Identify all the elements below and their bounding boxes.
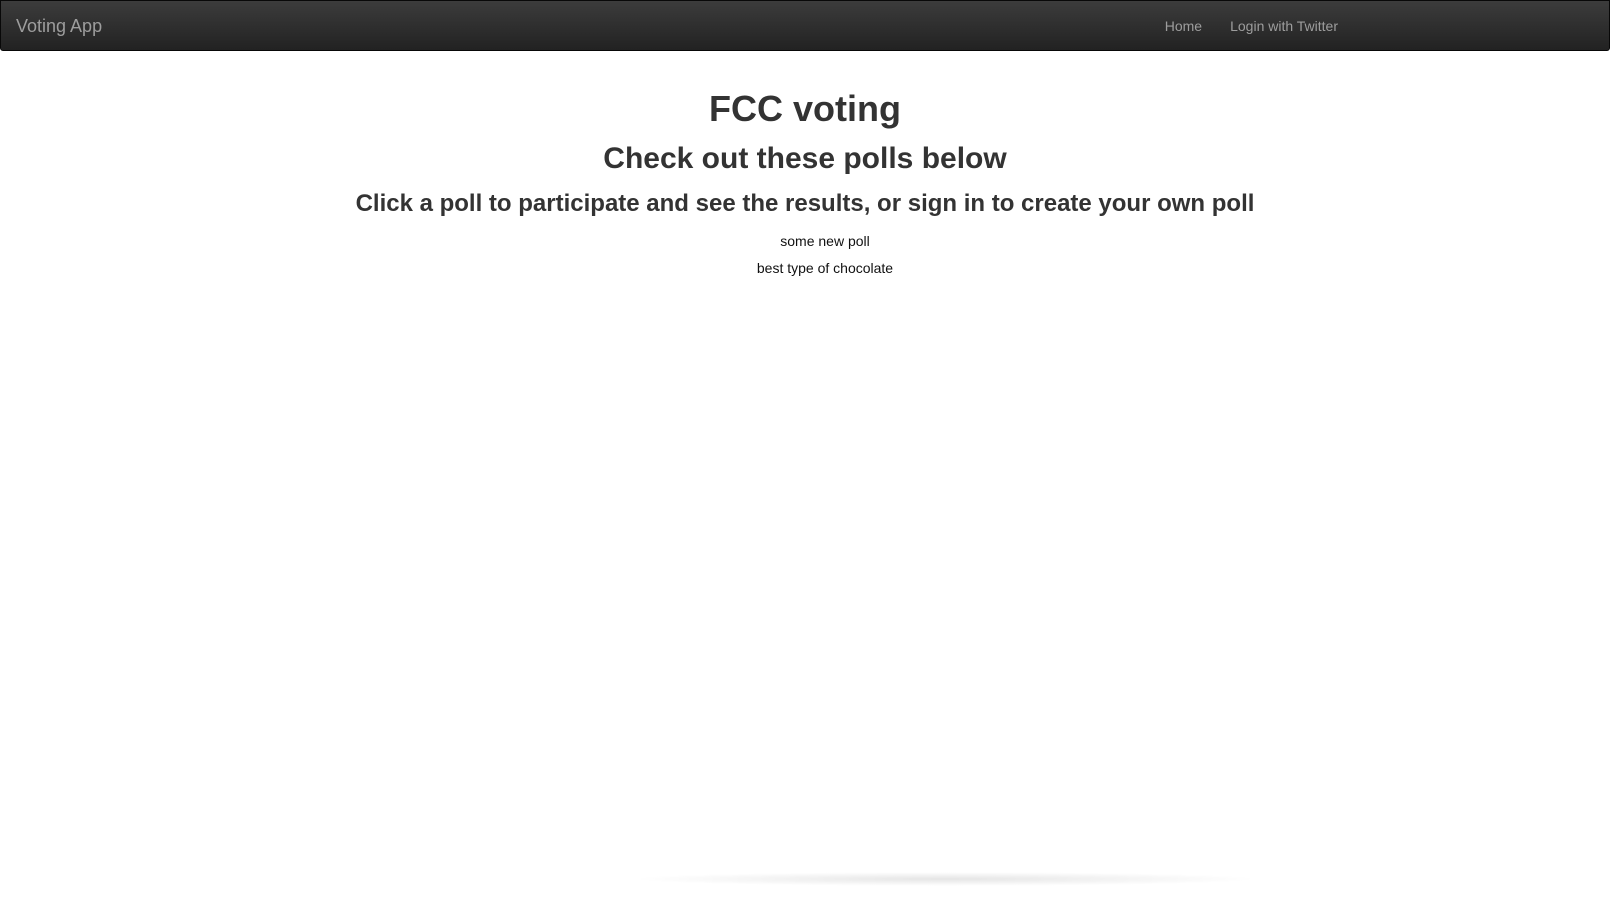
top-navbar: Voting App Home Login with Twitter xyxy=(0,0,1610,51)
main-content: FCC voting Check out these polls below C… xyxy=(0,51,1610,282)
poll-list-item: some new poll xyxy=(0,228,1610,255)
page-instructions: Click a poll to participate and see the … xyxy=(355,190,1255,217)
brand-link[interactable]: Voting App xyxy=(16,1,102,52)
poll-list-item: best type of chocolate xyxy=(0,255,1610,282)
nav-links: Home Login with Twitter xyxy=(1151,1,1352,52)
poll-list: some new poll best type of chocolate xyxy=(0,228,1610,282)
nav-login-twitter-link[interactable]: Login with Twitter xyxy=(1216,1,1352,52)
bottom-shadow xyxy=(630,872,1260,886)
poll-link-best-type-of-chocolate[interactable]: best type of chocolate xyxy=(0,255,1610,282)
nav-home-link[interactable]: Home xyxy=(1151,1,1216,52)
page-subtitle: Check out these polls below xyxy=(603,142,1007,175)
poll-link-some-new-poll[interactable]: some new poll xyxy=(0,228,1610,255)
page-title: FCC voting xyxy=(709,88,901,129)
